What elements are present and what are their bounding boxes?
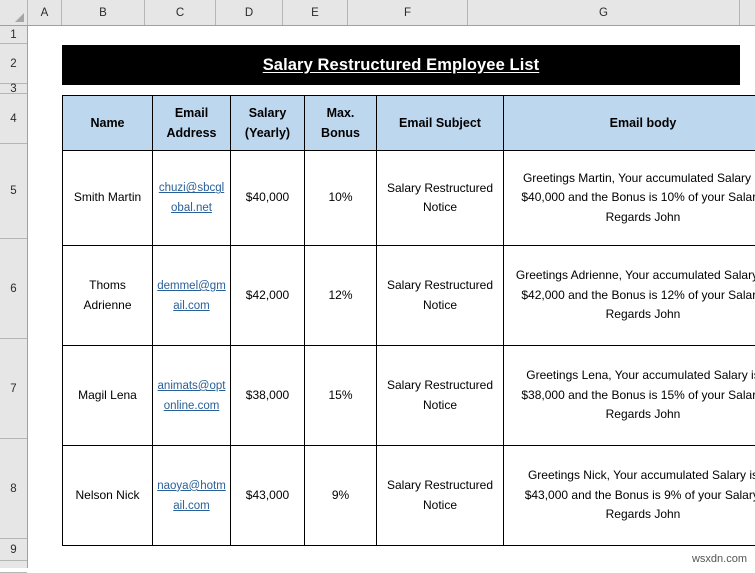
table-row[interactable]: Nelson Nick naoya@hotmail.com $43,000 9%… [63,446,755,546]
column-header-f[interactable]: F [348,0,468,25]
row-header-6[interactable]: 6 [0,239,27,339]
row-header-1[interactable]: 1 [0,26,27,44]
header-email: Email Address [153,96,231,151]
row-header-5[interactable]: 5 [0,144,27,239]
cell-bonus[interactable]: 15% [305,346,377,446]
header-body: Email body [504,96,755,151]
cell-salary[interactable]: $38,000 [231,346,305,446]
cell-subject[interactable]: Salary Restructured Notice [377,446,504,546]
cell-salary[interactable]: $42,000 [231,246,305,346]
row-header-7[interactable]: 7 [0,339,27,439]
row-header-4[interactable]: 4 [0,94,27,144]
watermark: wsxdn.com [692,553,747,565]
spreadsheet-canvas: A B C D E F G 1 2 3 4 5 6 7 8 9 Salary R… [0,0,755,568]
table-row[interactable]: Smith Martin chuzi@sbcglobal.net $40,000… [63,151,755,246]
column-header-strip: A B C D E F G [0,0,755,26]
email-link[interactable]: naoya@hotmail.com [157,480,226,512]
cell-subject[interactable]: Salary Restructured Notice [377,346,504,446]
title-table-spacer [62,85,740,95]
row-header-9[interactable]: 9 [0,539,27,561]
column-header-d[interactable]: D [216,0,283,25]
header-subject: Email Subject [377,96,504,151]
cell-bonus[interactable]: 12% [305,246,377,346]
column-header-e[interactable]: E [283,0,348,25]
cell-body[interactable]: Greetings Lena, Your accumulated Salary … [504,346,755,446]
employee-table: Name Email Address Salary (Yearly) Max. … [62,95,755,546]
report-block: Salary Restructured Employee List Name E… [62,45,740,546]
column-header-a[interactable]: A [28,0,62,25]
row-header-strip: 1 2 3 4 5 6 7 8 9 [0,26,28,568]
email-link[interactable]: animats@optonline.com [158,380,226,412]
cell-bonus[interactable]: 9% [305,446,377,546]
table-body: Smith Martin chuzi@sbcglobal.net $40,000… [63,151,755,546]
page-title: Salary Restructured Employee List [263,56,540,75]
column-header-c[interactable]: C [145,0,216,25]
table-row[interactable]: Magil Lena animats@optonline.com $38,000… [63,346,755,446]
email-link[interactable]: chuzi@sbcglobal.net [159,182,224,214]
cell-subject[interactable]: Salary Restructured Notice [377,246,504,346]
table-row[interactable]: Thoms Adrienne demmel@gmail.com $42,000 … [63,246,755,346]
cell-email[interactable]: naoya@hotmail.com [153,446,231,546]
cell-body[interactable]: Greetings Adrienne, Your accumulated Sal… [504,246,755,346]
select-all-corner[interactable] [0,0,28,25]
cell-name[interactable]: Thoms Adrienne [63,246,153,346]
email-link[interactable]: demmel@gmail.com [157,280,226,312]
table-header-row: Name Email Address Salary (Yearly) Max. … [63,96,755,151]
header-name: Name [63,96,153,151]
row-header-2[interactable]: 2 [0,44,27,84]
cell-body[interactable]: Greetings Nick, Your accumulated Salary … [504,446,755,546]
column-header-g[interactable]: G [468,0,740,25]
cell-salary[interactable]: $40,000 [231,151,305,246]
row-header-overflow [0,561,27,573]
cell-email[interactable]: demmel@gmail.com [153,246,231,346]
column-header-b[interactable]: B [62,0,145,25]
header-bonus: Max. Bonus [305,96,377,151]
cell-body[interactable]: Greetings Martin, Your accumulated Salar… [504,151,755,246]
cell-name[interactable]: Smith Martin [63,151,153,246]
cell-email[interactable]: animats@optonline.com [153,346,231,446]
cell-email[interactable]: chuzi@sbcglobal.net [153,151,231,246]
header-salary: Salary (Yearly) [231,96,305,151]
cell-name[interactable]: Magil Lena [63,346,153,446]
column-header-overflow [740,0,755,25]
row-header-8[interactable]: 8 [0,439,27,539]
cell-name[interactable]: Nelson Nick [63,446,153,546]
cell-subject[interactable]: Salary Restructured Notice [377,151,504,246]
select-all-triangle-icon [15,13,24,22]
cell-salary[interactable]: $43,000 [231,446,305,546]
cell-bonus[interactable]: 10% [305,151,377,246]
report-title-banner: Salary Restructured Employee List [62,45,740,85]
row-header-3[interactable]: 3 [0,84,27,94]
